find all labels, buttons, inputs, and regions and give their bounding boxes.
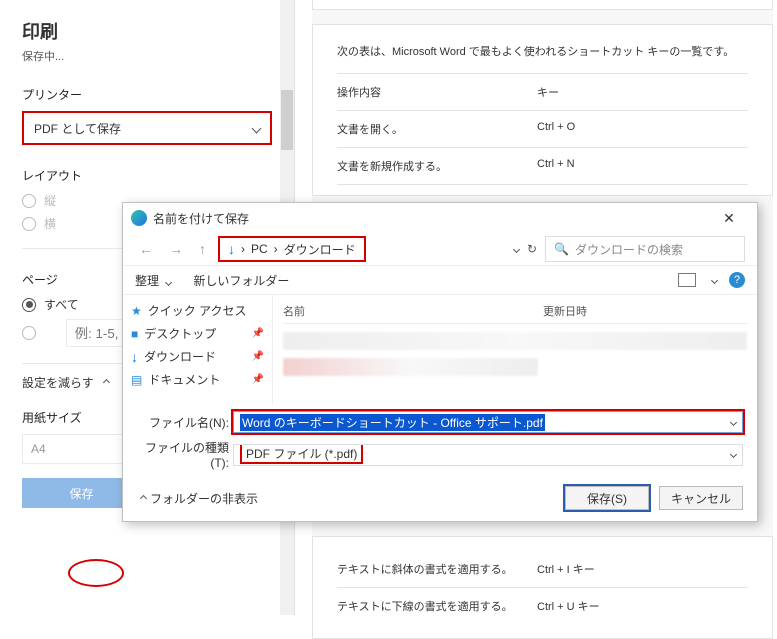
dialog-cancel-button[interactable]: キャンセル — [659, 486, 743, 510]
pin-icon: 📌 — [252, 328, 264, 339]
save-as-dialog: 名前を付けて保存 ✕ ← → ↑ ↓ › PC › ダウンロード ↻ 🔍 ダウン… — [122, 202, 758, 522]
up-arrow-icon[interactable]: ↑ — [195, 241, 210, 257]
save-button-label: 保存 — [69, 485, 93, 502]
search-icon: 🔍 — [554, 242, 569, 256]
pages-all-label: すべて — [44, 296, 79, 313]
filename-value: Word のキーボードショートカット - Office サポート.pdf — [240, 414, 545, 431]
chevron-down-icon — [252, 123, 262, 133]
dialog-toolbar: 整理 新しいフォルダー ? — [123, 265, 757, 295]
cell: 文書を開く。 — [337, 121, 537, 137]
tree-documents[interactable]: ▤ドキュメント📌 — [129, 368, 266, 391]
close-button[interactable]: ✕ — [709, 204, 749, 232]
chevron-down-icon — [165, 278, 172, 285]
file-list: 名前 更新日時 — [273, 295, 757, 405]
star-icon: ★ — [131, 304, 142, 318]
search-input[interactable]: 🔍 ダウンロードの検索 — [545, 236, 745, 262]
chevron-down-icon[interactable] — [513, 245, 520, 252]
doc-page: 次の表は、Microsoft Word で最もよく使われるショートカット キーの… — [312, 24, 773, 196]
dialog-fields: ファイル名(N): Word のキーボードショートカット - Office サポ… — [123, 405, 757, 470]
filetype-value: PDF ファイル (*.pdf) — [240, 445, 363, 464]
download-icon: ↓ — [131, 349, 138, 365]
hide-folders-toggle[interactable]: フォルダーの非表示 — [137, 490, 258, 507]
chevron-down-icon[interactable] — [730, 451, 737, 458]
radio-icon — [22, 194, 36, 208]
layout-landscape-label: 横 — [44, 215, 56, 232]
print-title: 印刷 — [22, 18, 272, 44]
folder-tree: ★クイック アクセス ■デスクトップ📌 ↓ダウンロード📌 ▤ドキュメント📌 — [123, 295, 273, 405]
file-row-blurred — [283, 358, 538, 376]
search-placeholder: ダウンロードの検索 — [575, 241, 683, 258]
chevron-up-icon — [103, 379, 110, 386]
cell: 文書を新規作成する。 — [337, 158, 537, 174]
cell: テキストに斜体の書式を適用する。 — [337, 561, 537, 577]
breadcrumb-downloads: ダウンロード — [284, 241, 356, 258]
col-name[interactable]: 名前 — [283, 303, 543, 319]
col-key: キー — [537, 84, 559, 100]
printer-label: プリンター — [22, 86, 272, 103]
dialog-titlebar: 名前を付けて保存 ✕ — [123, 203, 757, 233]
layout-label: レイアウト — [22, 167, 272, 184]
file-row-blurred — [283, 332, 747, 350]
cell: Ctrl + O — [537, 121, 575, 137]
pin-icon: 📌 — [252, 351, 264, 362]
chevron-down-icon[interactable] — [711, 276, 718, 283]
desktop-icon: ■ — [131, 327, 138, 341]
filename-input[interactable]: Word のキーボードショートカット - Office サポート.pdf — [233, 411, 743, 433]
forward-arrow-icon[interactable]: → — [165, 241, 187, 257]
chevron-down-icon[interactable] — [730, 418, 737, 425]
cell: Ctrl + I キー — [537, 561, 595, 577]
printer-value: PDF として保存 — [34, 120, 121, 137]
new-folder-button[interactable]: 新しいフォルダー — [193, 272, 289, 289]
cell: Ctrl + U キー — [537, 598, 600, 614]
paper-size-value: A4 — [31, 442, 46, 456]
breadcrumb-pc: PC — [251, 242, 268, 256]
view-icon[interactable] — [678, 273, 696, 287]
radio-icon — [22, 217, 36, 231]
back-arrow-icon[interactable]: ← — [135, 241, 157, 257]
scrollbar-thumb[interactable] — [281, 90, 293, 150]
tree-desktop[interactable]: ■デスクトップ📌 — [129, 322, 266, 345]
dialog-body: ★クイック アクセス ■デスクトップ📌 ↓ダウンロード📌 ▤ドキュメント📌 名前… — [123, 295, 757, 405]
edge-icon — [131, 210, 147, 226]
filetype-select[interactable]: PDF ファイル (*.pdf) — [233, 444, 743, 466]
dialog-title: 名前を付けて保存 — [153, 210, 249, 227]
doc-page-lower: テキストに斜体の書式を適用する。 Ctrl + I キー テキストに下線の書式を… — [312, 536, 773, 639]
dialog-save-button[interactable]: 保存(S) — [565, 486, 649, 510]
dialog-nav: ← → ↑ ↓ › PC › ダウンロード ↻ 🔍 ダウンロードの検索 — [123, 233, 757, 265]
chevron-up-icon — [140, 494, 147, 501]
document-icon: ▤ — [131, 373, 142, 387]
filetype-label: ファイルの種類(T): — [137, 439, 233, 470]
radio-icon — [22, 298, 36, 312]
breadcrumb[interactable]: ↓ › PC › ダウンロード — [218, 236, 366, 262]
cell: テキストに下線の書式を適用する。 — [337, 598, 537, 614]
radio-icon — [22, 326, 36, 340]
printer-select[interactable]: PDF として保存 — [22, 111, 272, 145]
reduce-settings-label: 設定を減らす — [22, 374, 94, 391]
cell: Ctrl + N — [537, 158, 575, 174]
doc-intro: 次の表は、Microsoft Word で最もよく使われるショートカット キーの… — [337, 43, 748, 59]
refresh-icon[interactable]: ↻ — [527, 242, 537, 256]
saving-status: 保存中... — [22, 48, 272, 64]
pin-icon: 📌 — [252, 374, 264, 385]
tree-downloads[interactable]: ↓ダウンロード📌 — [129, 345, 266, 368]
col-date[interactable]: 更新日時 — [543, 303, 587, 319]
layout-portrait-label: 縦 — [44, 192, 56, 209]
tree-quick-access[interactable]: ★クイック アクセス — [129, 299, 266, 322]
help-icon[interactable]: ? — [729, 272, 745, 288]
organize-menu[interactable]: 整理 — [135, 272, 171, 289]
col-action: 操作内容 — [337, 84, 537, 100]
download-icon: ↓ — [228, 241, 235, 257]
filename-label: ファイル名(N): — [137, 414, 233, 431]
dialog-footer: フォルダーの非表示 保存(S) キャンセル — [123, 476, 757, 520]
